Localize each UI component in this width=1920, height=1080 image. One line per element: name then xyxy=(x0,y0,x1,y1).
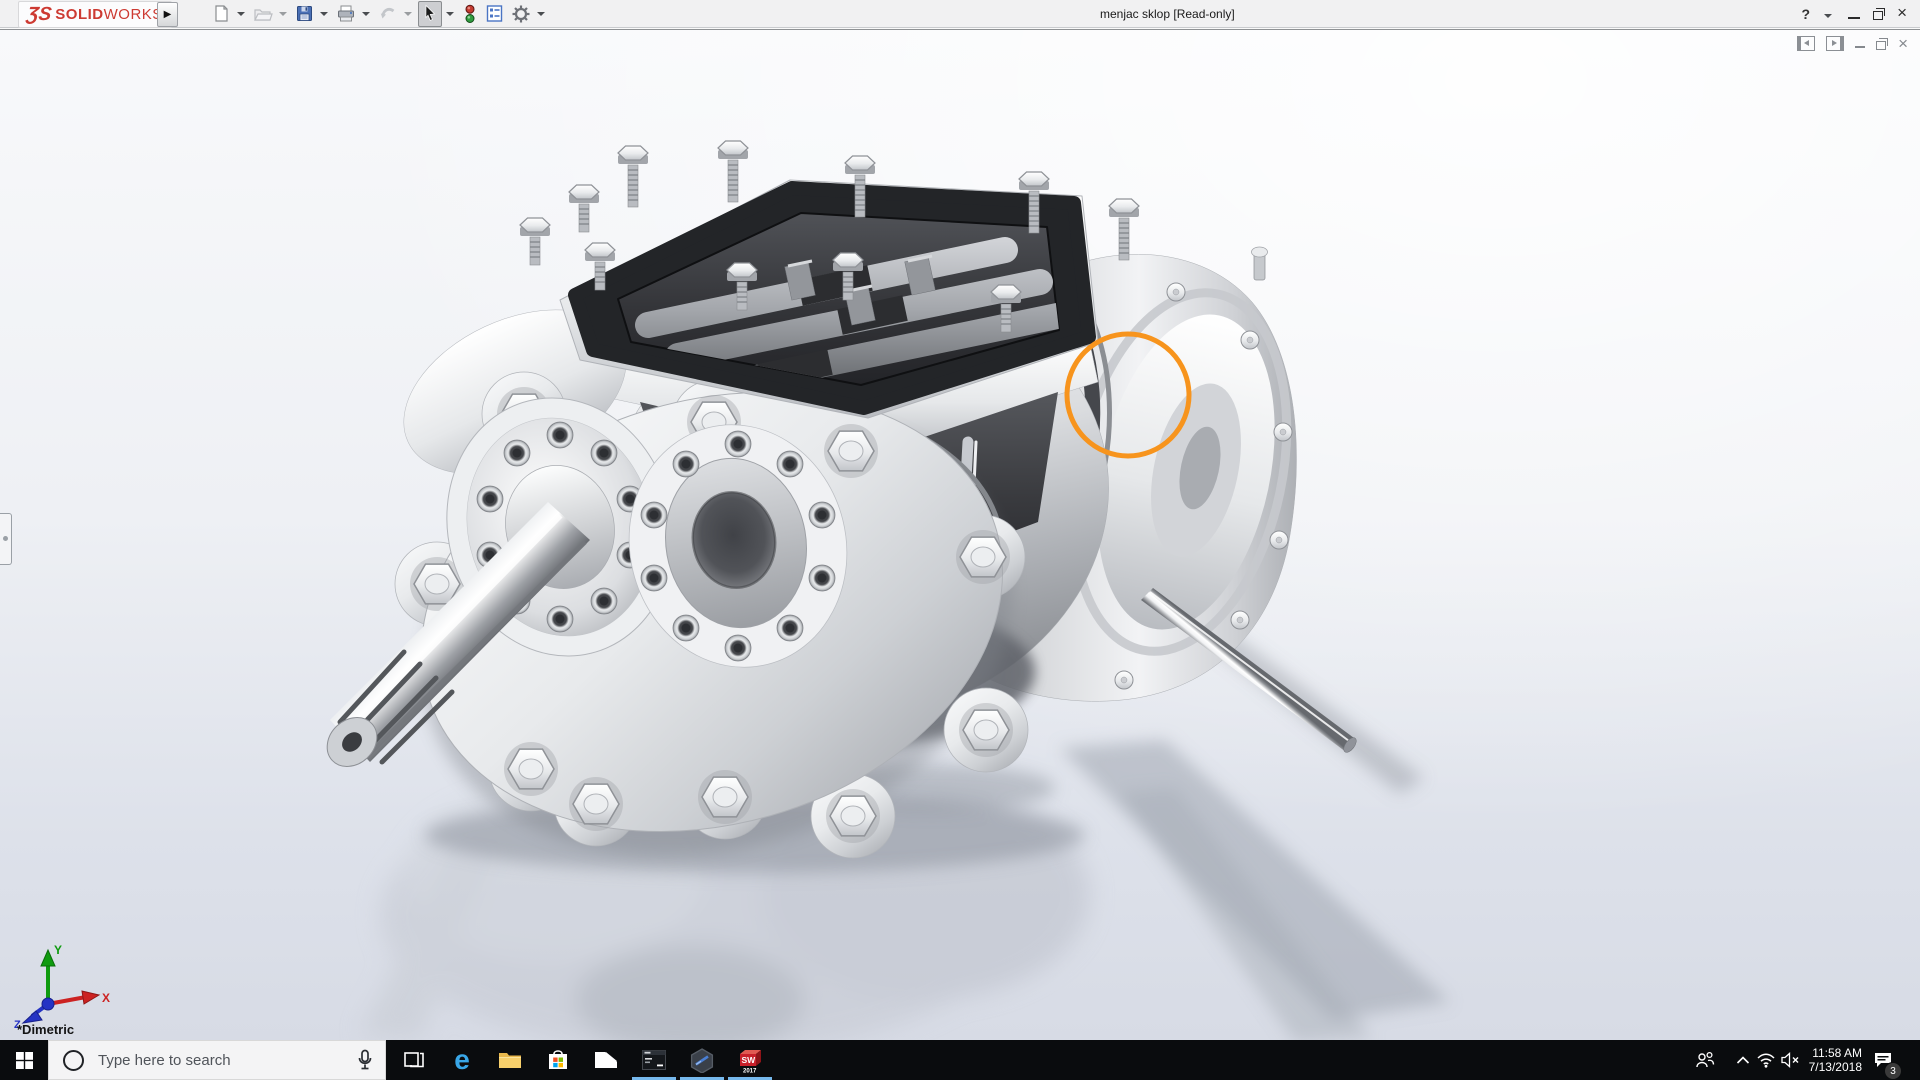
cortana-icon xyxy=(63,1049,84,1071)
gearbox-3d-model[interactable] xyxy=(0,30,1920,1040)
task-view-icon xyxy=(404,1052,424,1068)
task-view-button[interactable] xyxy=(390,1040,438,1080)
ds-logo-icon: ƷS xyxy=(25,4,53,25)
save-dropdown-caret[interactable] xyxy=(320,11,328,16)
titlebar: ƷS SOLID WORKS ▶ menjac sklop [Read-only… xyxy=(0,0,1920,28)
main-toolbar xyxy=(210,0,548,27)
solidworks-logo: ƷS SOLID WORKS xyxy=(18,1,172,28)
store-button[interactable] xyxy=(534,1040,582,1080)
orientation-triad: Y X Z xyxy=(14,943,110,1030)
mail-button[interactable] xyxy=(582,1040,630,1080)
save-button[interactable] xyxy=(293,2,316,26)
command-prompt-icon xyxy=(642,1050,666,1070)
tray-time: 11:58 AM xyxy=(1812,1046,1862,1060)
graphics-viewport[interactable]: × Y X Z *Dimetric xyxy=(0,30,1920,1040)
view-orientation-label: *Dimetric xyxy=(17,1022,75,1037)
document-title: menjac sklop [Read-only] xyxy=(1100,6,1235,21)
rebuild-button[interactable] xyxy=(460,2,480,26)
command-prompt-button[interactable] xyxy=(630,1040,678,1080)
select-button[interactable] xyxy=(418,0,442,27)
triad-x-label: X xyxy=(102,991,110,1005)
people-button[interactable] xyxy=(1694,1040,1716,1080)
print-dropdown-caret[interactable] xyxy=(362,11,370,16)
undo-dropdown-caret[interactable] xyxy=(404,11,412,16)
open-button[interactable] xyxy=(251,2,275,26)
select-cursor-icon xyxy=(425,4,436,21)
titlebar-divider xyxy=(0,28,1920,30)
print-button[interactable] xyxy=(334,2,358,26)
start-button[interactable] xyxy=(0,1040,48,1080)
feature-tree-collapsed-tab[interactable] xyxy=(0,513,12,565)
solidworks-2017-button[interactable]: SW 2017 xyxy=(726,1040,774,1080)
flyout-arrow-icon: ▶ xyxy=(163,9,172,20)
minimize-button[interactable] xyxy=(1848,16,1861,19)
tray-date: 7/13/2018 xyxy=(1808,1060,1862,1074)
undo-button[interactable] xyxy=(376,2,400,26)
hexagon-app-icon xyxy=(690,1047,714,1073)
options-dropdown-caret[interactable] xyxy=(537,11,545,16)
file-properties-icon xyxy=(486,5,503,22)
toggle-left-pane-button[interactable] xyxy=(1797,36,1816,51)
windows-logo-icon xyxy=(15,1051,33,1069)
document-close-button[interactable]: × xyxy=(1898,35,1908,52)
toggle-right-pane-button[interactable] xyxy=(1826,36,1845,51)
file-properties-button[interactable] xyxy=(483,2,506,26)
notification-badge: 3 xyxy=(1884,1062,1902,1080)
document-window-controls: × xyxy=(1797,35,1908,52)
restore-button[interactable] xyxy=(1873,8,1886,20)
clock[interactable]: 11:58 AM 7/13/2018 xyxy=(1804,1040,1862,1080)
close-button[interactable]: × xyxy=(1897,4,1907,21)
options-button[interactable] xyxy=(509,2,533,26)
sw-letters: SW xyxy=(742,1055,757,1065)
options-gear-icon xyxy=(512,5,530,22)
document-minimize-button[interactable] xyxy=(1855,46,1866,48)
network-button[interactable] xyxy=(1756,1040,1776,1080)
people-icon xyxy=(1696,1051,1715,1068)
search-input[interactable] xyxy=(96,1050,357,1070)
menu-flyout-button[interactable]: ▶ xyxy=(157,2,178,27)
solidworks-2017-icon: SW 2017 xyxy=(740,1049,761,1074)
help-button[interactable]: ? xyxy=(1802,6,1811,22)
tray-overflow-button[interactable] xyxy=(1736,1040,1750,1080)
document-restore-button[interactable] xyxy=(1876,38,1889,50)
select-dropdown-caret[interactable] xyxy=(446,11,454,16)
help-dropdown-caret[interactable] xyxy=(1824,13,1833,18)
open-dropdown-caret[interactable] xyxy=(279,11,287,16)
speaker-muted-icon xyxy=(1781,1052,1799,1068)
triad-y-label: Y xyxy=(54,943,62,957)
rebuild-stoplight-icon xyxy=(465,4,475,23)
microphone-icon[interactable] xyxy=(357,1049,373,1071)
file-explorer-button[interactable] xyxy=(486,1040,534,1080)
file-explorer-icon xyxy=(499,1053,521,1068)
open-folder-icon xyxy=(254,9,273,21)
new-dropdown-caret[interactable] xyxy=(237,11,245,16)
save-floppy-icon xyxy=(297,6,312,21)
wifi-icon xyxy=(1757,1053,1775,1068)
undo-arrow-icon xyxy=(380,8,395,19)
edge-icon: e xyxy=(454,1044,470,1075)
edge-button[interactable]: e xyxy=(438,1040,486,1080)
new-document-icon xyxy=(215,5,228,22)
print-icon xyxy=(338,5,354,22)
sw-year: 2017 xyxy=(743,1068,757,1074)
windows-taskbar: e xyxy=(0,1040,1920,1080)
hexagon-app-button[interactable] xyxy=(678,1040,726,1080)
mail-icon xyxy=(595,1051,617,1068)
taskbar-search[interactable] xyxy=(48,1040,386,1080)
new-document-button[interactable] xyxy=(210,2,233,26)
chevron-up-icon xyxy=(1736,1056,1750,1064)
store-icon xyxy=(549,1050,567,1069)
volume-button[interactable] xyxy=(1780,1040,1802,1080)
